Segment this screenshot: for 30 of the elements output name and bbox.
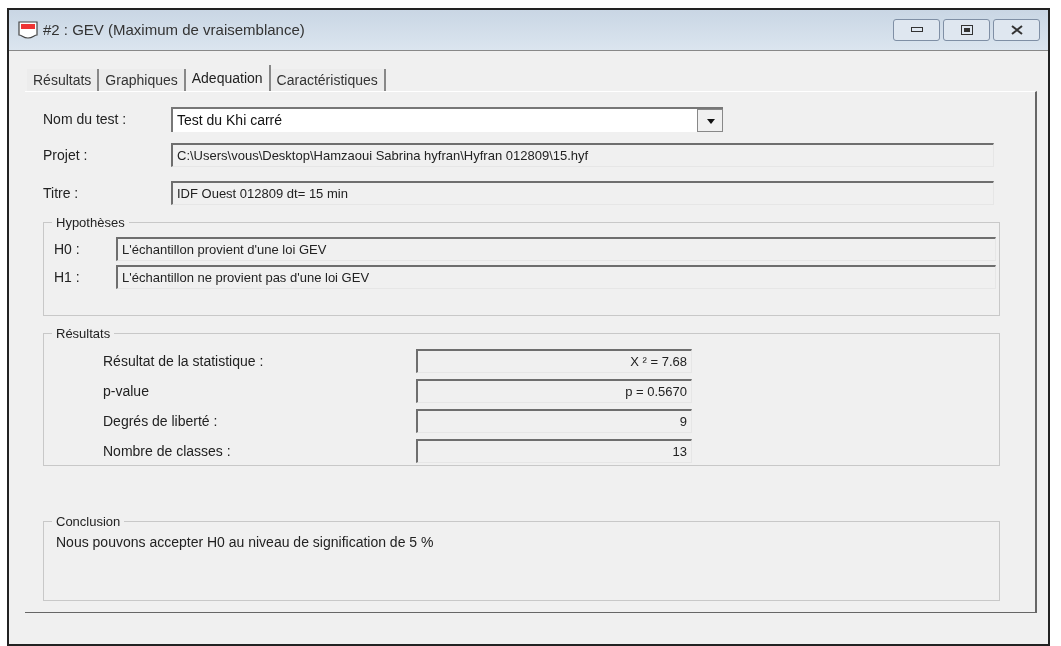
field-label: Titre : xyxy=(43,183,80,203)
window-title: #2 : GEV (Maximum de vraisemblance) xyxy=(43,19,305,40)
result-field: 13 xyxy=(416,439,692,463)
close-button[interactable] xyxy=(993,19,1040,41)
maximize-button[interactable] xyxy=(943,19,990,41)
hypothesis-field: L'échantillon ne provient pas d'une loi GEV xyxy=(116,265,996,289)
document-icon xyxy=(17,20,39,40)
project-field: C:\Users\vous\Desktop\Hamzaoui Sabrina hyfran\Hyfran 012809\15.hyf xyxy=(171,143,994,167)
minimize-button[interactable] xyxy=(893,19,940,41)
result-field: 9 xyxy=(416,409,692,433)
close-icon xyxy=(1009,25,1024,35)
result-field: X ² = 7.68 xyxy=(416,349,692,373)
field-label: Nom du test : xyxy=(43,109,128,129)
minimize-icon xyxy=(910,27,923,33)
result-label: p-value xyxy=(103,381,150,401)
title-field: IDF Ouest 012809 dt= 15 min xyxy=(171,181,994,205)
result-label: Nombre de classes : xyxy=(103,441,232,461)
result-field: p = 0.5670 xyxy=(416,379,692,403)
tab[interactable]: Résultats xyxy=(27,69,100,91)
hypothesis-label: H0 : xyxy=(54,239,81,259)
field-label: Projet : xyxy=(43,145,89,165)
hypothesis-label: H1 : xyxy=(54,267,81,287)
result-label: Résultat de la statistique : xyxy=(103,351,265,371)
conclusion-text: Nous pouvons accepter H0 au niveau de signification de 5 % xyxy=(56,533,435,552)
hypothesis-field: L'échantillon provient d'une loi GEV xyxy=(116,237,996,261)
tab[interactable]: Caractéristiques xyxy=(270,69,386,91)
result-label: Degrés de liberté : xyxy=(103,411,219,431)
test-dropdown[interactable]: Test du Khi carré xyxy=(171,106,723,132)
maximize-icon xyxy=(960,25,973,35)
tab[interactable]: Graphiques xyxy=(99,69,186,91)
